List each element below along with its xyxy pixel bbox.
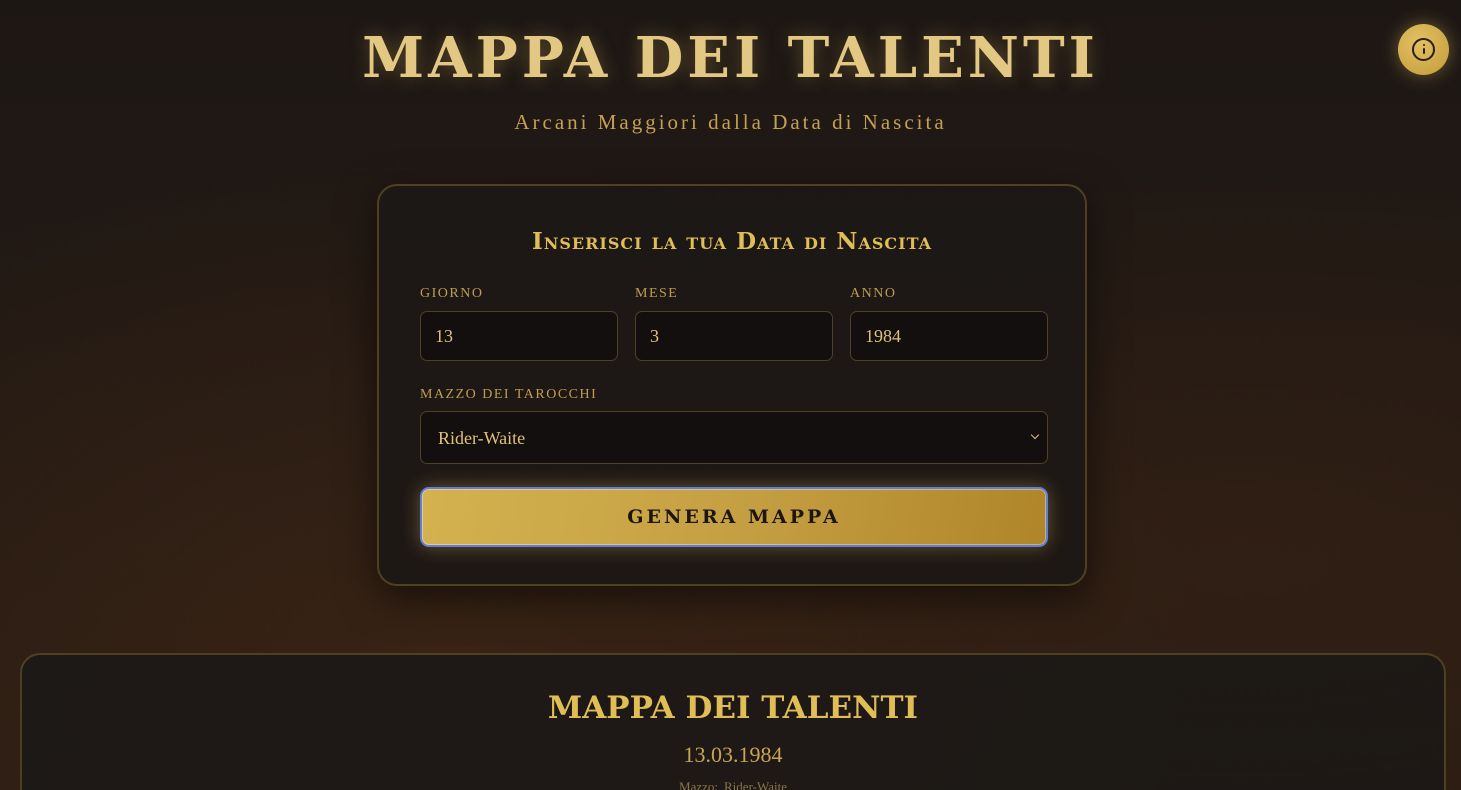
generate-map-button[interactable]: GENERA MAPPA [420,487,1048,547]
result-deck-prefix: Mazzo: [679,779,719,790]
deck-select[interactable]: Rider-Waite [420,411,1048,464]
page-subtitle: Arcani Maggiori dalla Data di Nascita [514,110,947,134]
birthdate-form-card: Inserisci la tua Data di Nascita Giorno … [377,184,1087,586]
result-deck-name: Rider-Waite [724,779,787,790]
year-label: Anno [850,286,897,301]
day-label: Giorno [420,286,484,301]
chevron-down-icon [1030,430,1040,440]
result-card: MAPPA DEI TALENTI 13.03.1984 Mazzo: Rider… [20,653,1446,790]
form-heading: Inserisci la tua Data di Nascita [531,228,933,255]
result-deck: Mazzo: Rider-Waite [22,779,1444,790]
page-title: MAPPA DEI TALENTI [362,25,1099,91]
year-field[interactable] [850,311,1048,361]
month-label: Mese [635,286,679,301]
deck-label: Mazzo dei Tarocchi [420,387,598,402]
info-icon [1412,38,1435,61]
result-title: MAPPA DEI TALENTI [547,690,919,726]
day-field[interactable] [420,311,618,361]
month-field[interactable] [635,311,833,361]
deck-select-value: Rider-Waite [438,428,526,448]
result-date: 13.03.1984 [683,742,783,767]
info-button[interactable] [1398,24,1449,75]
